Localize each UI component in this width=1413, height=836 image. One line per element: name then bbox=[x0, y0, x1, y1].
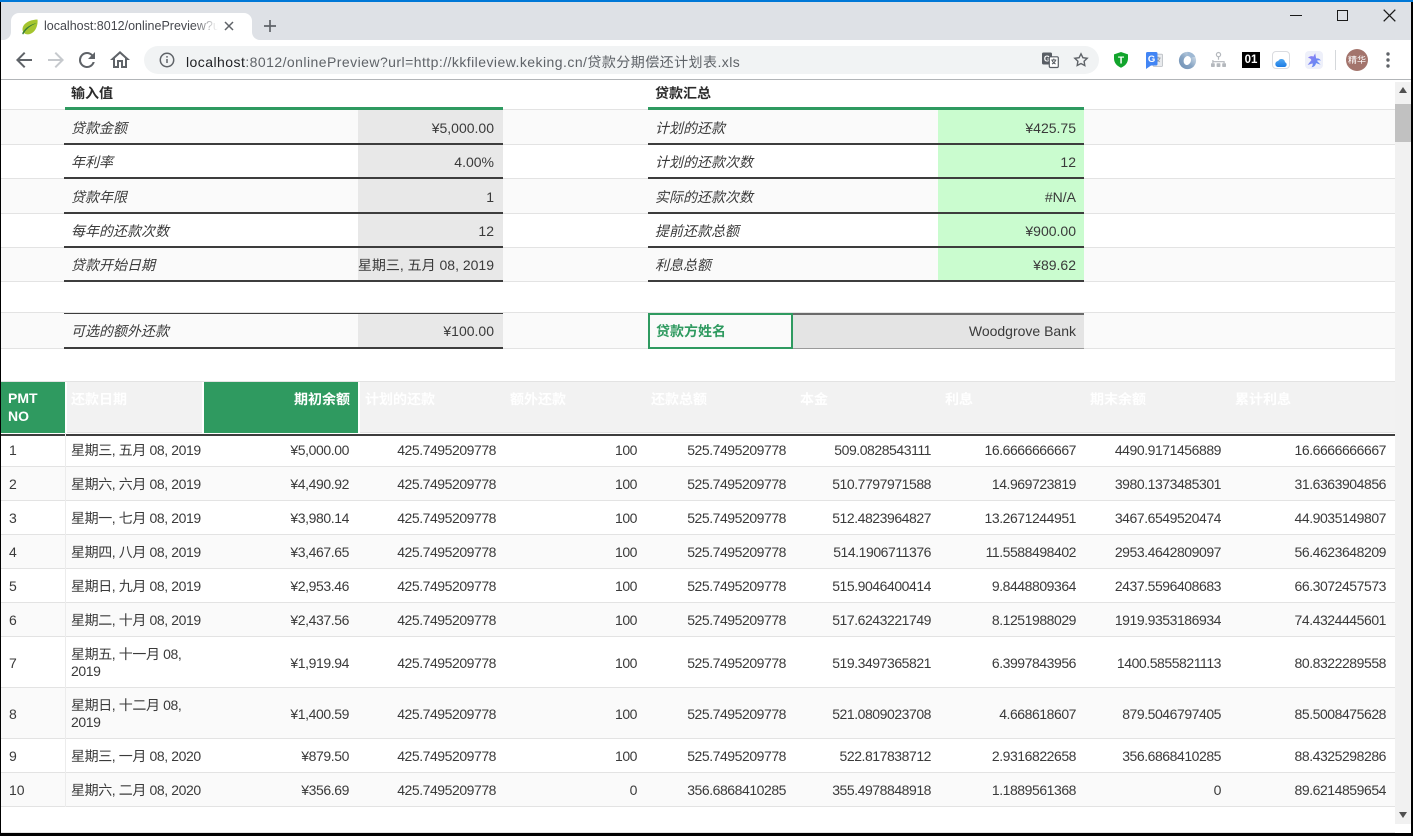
svg-text:G: G bbox=[1148, 54, 1155, 65]
svg-text:T: T bbox=[1118, 56, 1124, 67]
